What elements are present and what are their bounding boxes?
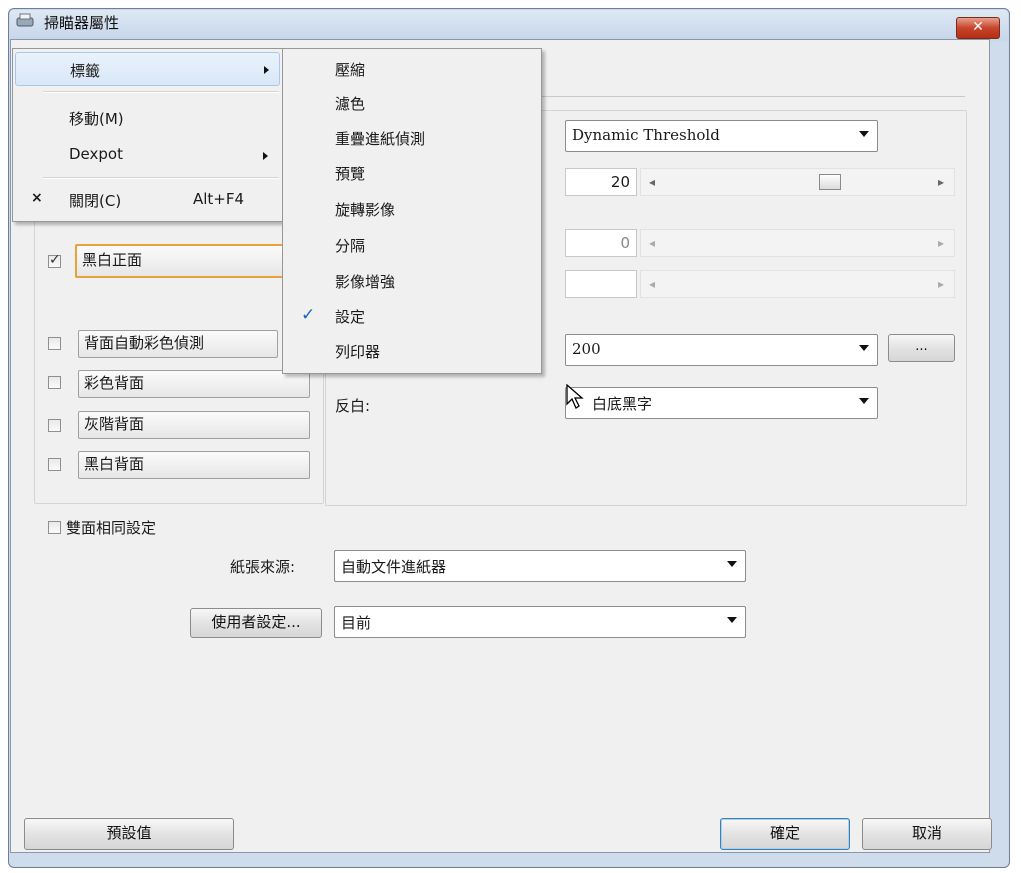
image-item-label: 背面自動彩色偵測 bbox=[84, 334, 205, 352]
system-menu-item-tabs[interactable]: 標籤 bbox=[15, 52, 280, 86]
slider-left-arrow-icon[interactable]: ◂ bbox=[649, 236, 655, 250]
user-settings-combo[interactable]: 目前 bbox=[334, 606, 746, 638]
combo-value: 白底黑字 bbox=[592, 395, 653, 413]
contrast-slider[interactable]: ◂ ▸ bbox=[640, 229, 955, 257]
submenu-item-enhancement[interactable]: 影像增強 bbox=[335, 271, 395, 292]
slider-right-arrow-icon[interactable]: ▸ bbox=[938, 175, 944, 189]
default-button[interactable]: 預設值 bbox=[24, 818, 234, 850]
more-resolution-button[interactable]: ... bbox=[888, 334, 955, 362]
image-item-label: 黑白正面 bbox=[82, 251, 143, 269]
slider-right-arrow-icon[interactable]: ▸ bbox=[938, 277, 944, 291]
image-item-label: 彩色背面 bbox=[84, 374, 145, 392]
submenu-item-preview[interactable]: 預覽 bbox=[335, 163, 365, 184]
combo-value: 自動文件進紙器 bbox=[341, 558, 447, 576]
submenu-item-compression[interactable]: 壓縮 bbox=[335, 59, 365, 80]
system-menu-item-close[interactable]: × 關閉(C) Alt+F4 bbox=[15, 185, 280, 215]
menu-separator bbox=[43, 177, 279, 179]
image-item-bw-back[interactable]: 黑白背面 bbox=[78, 451, 310, 479]
submenu-item-settings[interactable]: 設定 bbox=[335, 306, 365, 327]
tab-strip-edge bbox=[540, 96, 965, 97]
tabs-submenu: 壓縮 濾色 重疊進紙偵測 預覽 旋轉影像 分隔 影像增強 ✓ 設定 列印器 bbox=[282, 48, 542, 374]
window-title: 掃瞄器屬性 bbox=[44, 14, 120, 32]
submenu-arrow-icon bbox=[263, 152, 268, 160]
mouse-cursor-icon bbox=[566, 383, 584, 414]
combo-value: 目前 bbox=[341, 614, 372, 632]
cancel-button[interactable]: 取消 bbox=[862, 818, 992, 850]
close-button[interactable]: ✕ bbox=[956, 17, 1000, 39]
menu-item-label: 標籤 bbox=[70, 62, 101, 80]
submenu-item-rotation[interactable]: 旋轉影像 bbox=[335, 199, 395, 220]
chevron-down-icon bbox=[859, 345, 869, 351]
slider-left-arrow-icon[interactable]: ◂ bbox=[649, 277, 655, 291]
image-checkbox-color-back[interactable] bbox=[48, 376, 61, 389]
secondary-input[interactable] bbox=[565, 270, 637, 298]
system-menu: 標籤 移動(M) Dexpot × 關閉(C) Alt+F4 bbox=[12, 48, 284, 222]
paper-source-combo[interactable]: 自動文件進紙器 bbox=[334, 550, 746, 582]
image-item-auto-color-back[interactable]: 背面自動彩色偵測 bbox=[78, 330, 278, 358]
image-checkbox-bw-back[interactable] bbox=[48, 458, 61, 471]
submenu-item-color-dropout[interactable]: 濾色 bbox=[335, 93, 365, 114]
invert-combo[interactable]: 白底黑字 bbox=[565, 387, 878, 419]
menu-item-label: Dexpot bbox=[69, 145, 123, 163]
menu-item-label: 移動(M) bbox=[69, 110, 124, 128]
image-item-label: 黑白背面 bbox=[84, 455, 145, 473]
slider-right-arrow-icon[interactable]: ▸ bbox=[938, 236, 944, 250]
paper-source-label: 紙張來源: bbox=[230, 558, 296, 576]
combo-value: 200 bbox=[572, 340, 601, 358]
slider-left-arrow-icon[interactable]: ◂ bbox=[649, 175, 655, 189]
system-menu-item-move[interactable]: 移動(M) bbox=[15, 104, 280, 134]
chevron-down-icon bbox=[859, 398, 869, 404]
threshold-input[interactable]: 20 bbox=[565, 168, 637, 196]
image-item-color-back[interactable]: 彩色背面 bbox=[78, 370, 310, 398]
image-item-bw-front[interactable]: 黑白正面 bbox=[75, 244, 290, 278]
image-item-gray-back[interactable]: 灰階背面 bbox=[78, 411, 310, 439]
menu-item-shortcut: Alt+F4 bbox=[193, 190, 245, 208]
duplex-same-checkbox[interactable] bbox=[48, 521, 61, 534]
scanner-app-icon[interactable] bbox=[16, 12, 34, 28]
user-settings-button[interactable]: 使用者設定... bbox=[190, 608, 322, 638]
image-checkbox-auto-color-back[interactable] bbox=[48, 337, 61, 350]
contrast-input[interactable]: 0 bbox=[565, 229, 637, 257]
image-item-label: 灰階背面 bbox=[84, 415, 145, 433]
secondary-slider[interactable]: ◂ ▸ bbox=[640, 270, 955, 298]
submenu-arrow-icon bbox=[264, 66, 269, 74]
menu-item-label: 關閉(C) bbox=[69, 192, 122, 210]
binarization-combo[interactable]: Dynamic Threshold bbox=[565, 120, 878, 152]
menu-separator bbox=[43, 91, 279, 93]
resolution-combo[interactable]: 200 bbox=[565, 334, 878, 366]
submenu-item-printer[interactable]: 列印器 bbox=[335, 341, 380, 362]
submenu-item-multifeed[interactable]: 重疊進紙偵測 bbox=[335, 128, 425, 149]
threshold-slider[interactable]: ◂ ▸ bbox=[640, 168, 955, 196]
ok-button[interactable]: 確定 bbox=[720, 818, 850, 850]
check-icon: ✓ bbox=[301, 305, 316, 325]
image-checkbox-bw-front[interactable] bbox=[48, 252, 61, 268]
chevron-down-icon bbox=[727, 617, 737, 623]
image-checkbox-gray-back[interactable] bbox=[48, 419, 61, 432]
invert-label: 反白: bbox=[335, 397, 371, 415]
chevron-down-icon bbox=[727, 561, 737, 567]
close-x-icon: × bbox=[31, 190, 43, 206]
submenu-item-separation[interactable]: 分隔 bbox=[335, 235, 365, 256]
chevron-down-icon bbox=[859, 131, 869, 137]
system-menu-item-dexpot[interactable]: Dexpot bbox=[15, 141, 280, 171]
slider-thumb[interactable] bbox=[819, 174, 841, 190]
duplex-same-label: 雙面相同設定 bbox=[66, 519, 157, 537]
combo-value: Dynamic Threshold bbox=[572, 126, 720, 144]
